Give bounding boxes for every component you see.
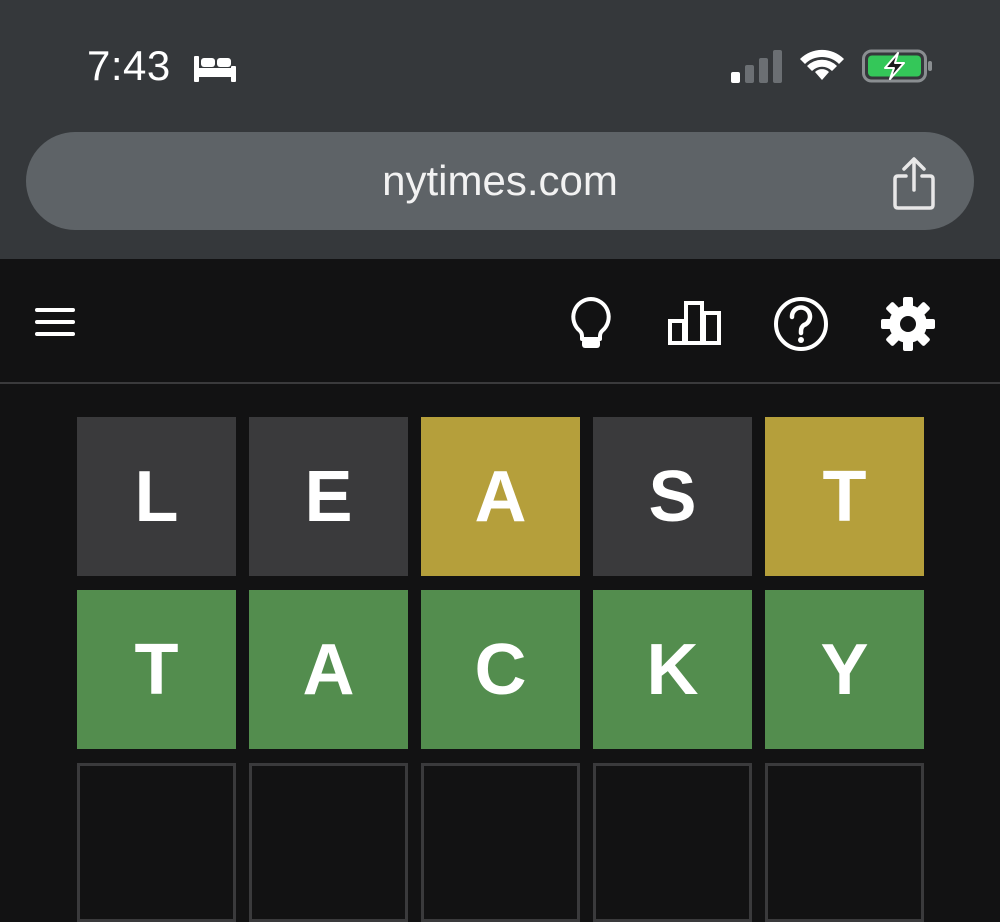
wifi-icon bbox=[800, 49, 844, 80]
status-time: 7:43 bbox=[87, 42, 171, 89]
tile-absent: E bbox=[249, 417, 408, 576]
tile-absent: S bbox=[593, 417, 752, 576]
tile-empty bbox=[77, 763, 236, 922]
tile-correct: C bbox=[421, 590, 580, 749]
tile-correct: Y bbox=[765, 590, 924, 749]
browser-chrome: 7:43 nytimes.com bbox=[0, 0, 1000, 259]
game-header bbox=[0, 260, 1000, 384]
tile-correct: T bbox=[77, 590, 236, 749]
tile-present: T bbox=[765, 417, 924, 576]
tile-empty bbox=[421, 763, 580, 922]
tile-empty bbox=[765, 763, 924, 922]
menu-icon[interactable] bbox=[33, 305, 77, 339]
board-row bbox=[77, 763, 924, 922]
bed-icon bbox=[194, 56, 236, 82]
url-text[interactable]: nytimes.com bbox=[26, 132, 974, 230]
tile-empty bbox=[249, 763, 408, 922]
tile-correct: A bbox=[249, 590, 408, 749]
board-row: LEAST bbox=[77, 417, 924, 576]
cellular-signal-icon bbox=[731, 50, 782, 83]
tile-absent: L bbox=[77, 417, 236, 576]
gear-icon[interactable] bbox=[880, 296, 936, 352]
tile-correct: K bbox=[593, 590, 752, 749]
lightbulb-icon[interactable] bbox=[568, 296, 614, 352]
help-icon[interactable] bbox=[773, 296, 829, 352]
stats-icon[interactable] bbox=[667, 300, 723, 346]
share-icon[interactable] bbox=[892, 156, 936, 210]
address-bar[interactable]: nytimes.com bbox=[26, 132, 974, 230]
tile-present: A bbox=[421, 417, 580, 576]
battery-charging-icon bbox=[862, 49, 932, 83]
tile-empty bbox=[593, 763, 752, 922]
board-row: TACKY bbox=[77, 590, 924, 749]
